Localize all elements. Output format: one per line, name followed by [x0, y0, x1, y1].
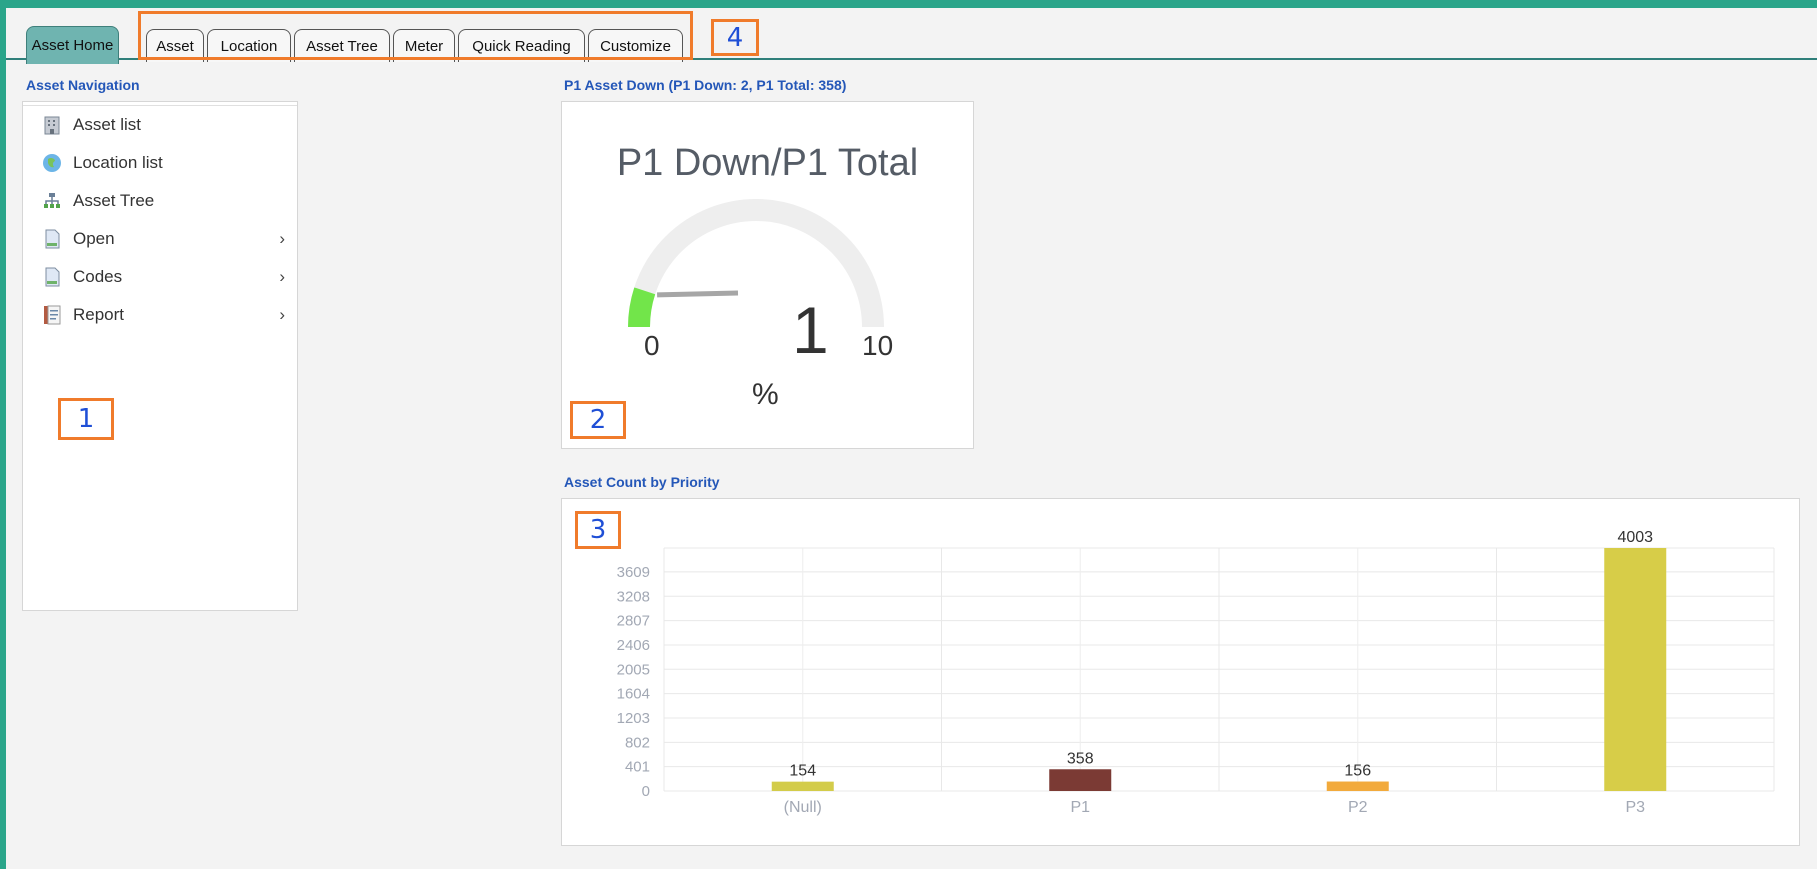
nav-label-codes: Codes: [73, 267, 123, 286]
bar-null: [771, 781, 834, 791]
asset-navigation-title: Asset Navigation: [26, 77, 140, 93]
gauge-card: P1 Down/P1 Total 1 0 10 % 2: [561, 101, 974, 449]
chevron-right-icon: ›: [279, 305, 285, 324]
y-tick-label: 2005: [617, 661, 650, 678]
bar-p2: [1326, 781, 1389, 791]
callout-label-4: 4: [711, 19, 759, 56]
document-icon: [45, 267, 60, 287]
tab-asset-home[interactable]: Asset Home: [26, 26, 119, 64]
bar-value-label: 154: [789, 763, 816, 780]
nav-item-report[interactable]: Report ›: [23, 297, 299, 333]
nav-item-open[interactable]: Open ›: [23, 221, 299, 257]
gauge-needle: [657, 290, 739, 298]
gauge-unit-label: %: [752, 378, 779, 411]
callout-label-1: 1: [58, 398, 114, 440]
bar-p1: [1049, 769, 1112, 791]
globe-icon: [43, 154, 61, 172]
asset-navigation-panel: Asset list Location list Asset Tree Open…: [22, 101, 298, 611]
bar-value-label: 358: [1067, 750, 1094, 767]
nav-label-asset-list: Asset list: [73, 115, 142, 134]
priority-chart-card: 0 401 802 1203 1604 2005 2406 2807 3208 3609 154 (N…: [561, 498, 1800, 846]
nav-label-location-list: Location list: [73, 153, 163, 172]
priority-bar-chart: 0 401 802 1203 1604 2005 2406 2807 3208 3609 154 (N…: [617, 529, 1775, 816]
y-tick-label: 2807: [617, 613, 650, 630]
nav-item-asset-list[interactable]: Asset list: [23, 107, 299, 143]
gauge-value: 1: [792, 293, 829, 367]
x-tick-label: (Null): [784, 799, 822, 816]
y-tick-label: 3609: [617, 564, 650, 581]
chart-section-title: Asset Count by Priority: [564, 474, 720, 490]
nav-label-open: Open: [73, 229, 115, 248]
gauge-min-label: 0: [644, 330, 660, 361]
navigation-divider: [23, 105, 297, 106]
y-tick-label: 0: [642, 783, 650, 800]
nav-item-codes[interactable]: Codes ›: [23, 259, 299, 295]
y-tick-label: 802: [625, 734, 650, 751]
nav-label-report: Report: [73, 305, 125, 324]
window-top-border: [0, 0, 1817, 8]
x-tick-label: P1: [1070, 799, 1090, 816]
gauge-fill: [628, 287, 656, 328]
hierarchy-icon: [44, 193, 60, 208]
y-tick-label: 1203: [617, 710, 650, 727]
x-tick-label: P3: [1625, 799, 1645, 816]
bar-p3: [1604, 548, 1667, 791]
nav-label-asset-tree: Asset Tree: [73, 191, 155, 210]
y-tick-label: 3208: [617, 588, 650, 605]
callout-box-tabs: [138, 11, 693, 60]
chevron-right-icon: ›: [279, 267, 285, 286]
window-left-border: [0, 0, 6, 869]
nav-item-asset-tree[interactable]: Asset Tree: [23, 183, 299, 219]
gauge-track: [628, 199, 884, 328]
building-icon: [44, 116, 60, 135]
document-icon: [45, 229, 60, 249]
gauge-section-title: P1 Asset Down (P1 Down: 2, P1 Total: 358…: [564, 77, 847, 93]
y-tick-label: 401: [625, 759, 650, 776]
nav-item-location-list[interactable]: Location list: [23, 145, 299, 181]
callout-label-2: 2: [570, 401, 626, 439]
callout-label-3: 3: [575, 511, 621, 549]
y-tick-label: 2406: [617, 637, 650, 654]
chevron-right-icon: ›: [279, 229, 285, 248]
report-icon: [44, 305, 61, 325]
bar-value-label: 156: [1344, 763, 1371, 780]
gauge-max-label: 10: [862, 330, 894, 361]
x-tick-label: P2: [1348, 799, 1368, 816]
bar-value-label: 4003: [1617, 529, 1653, 546]
y-tick-label: 1604: [617, 686, 650, 703]
